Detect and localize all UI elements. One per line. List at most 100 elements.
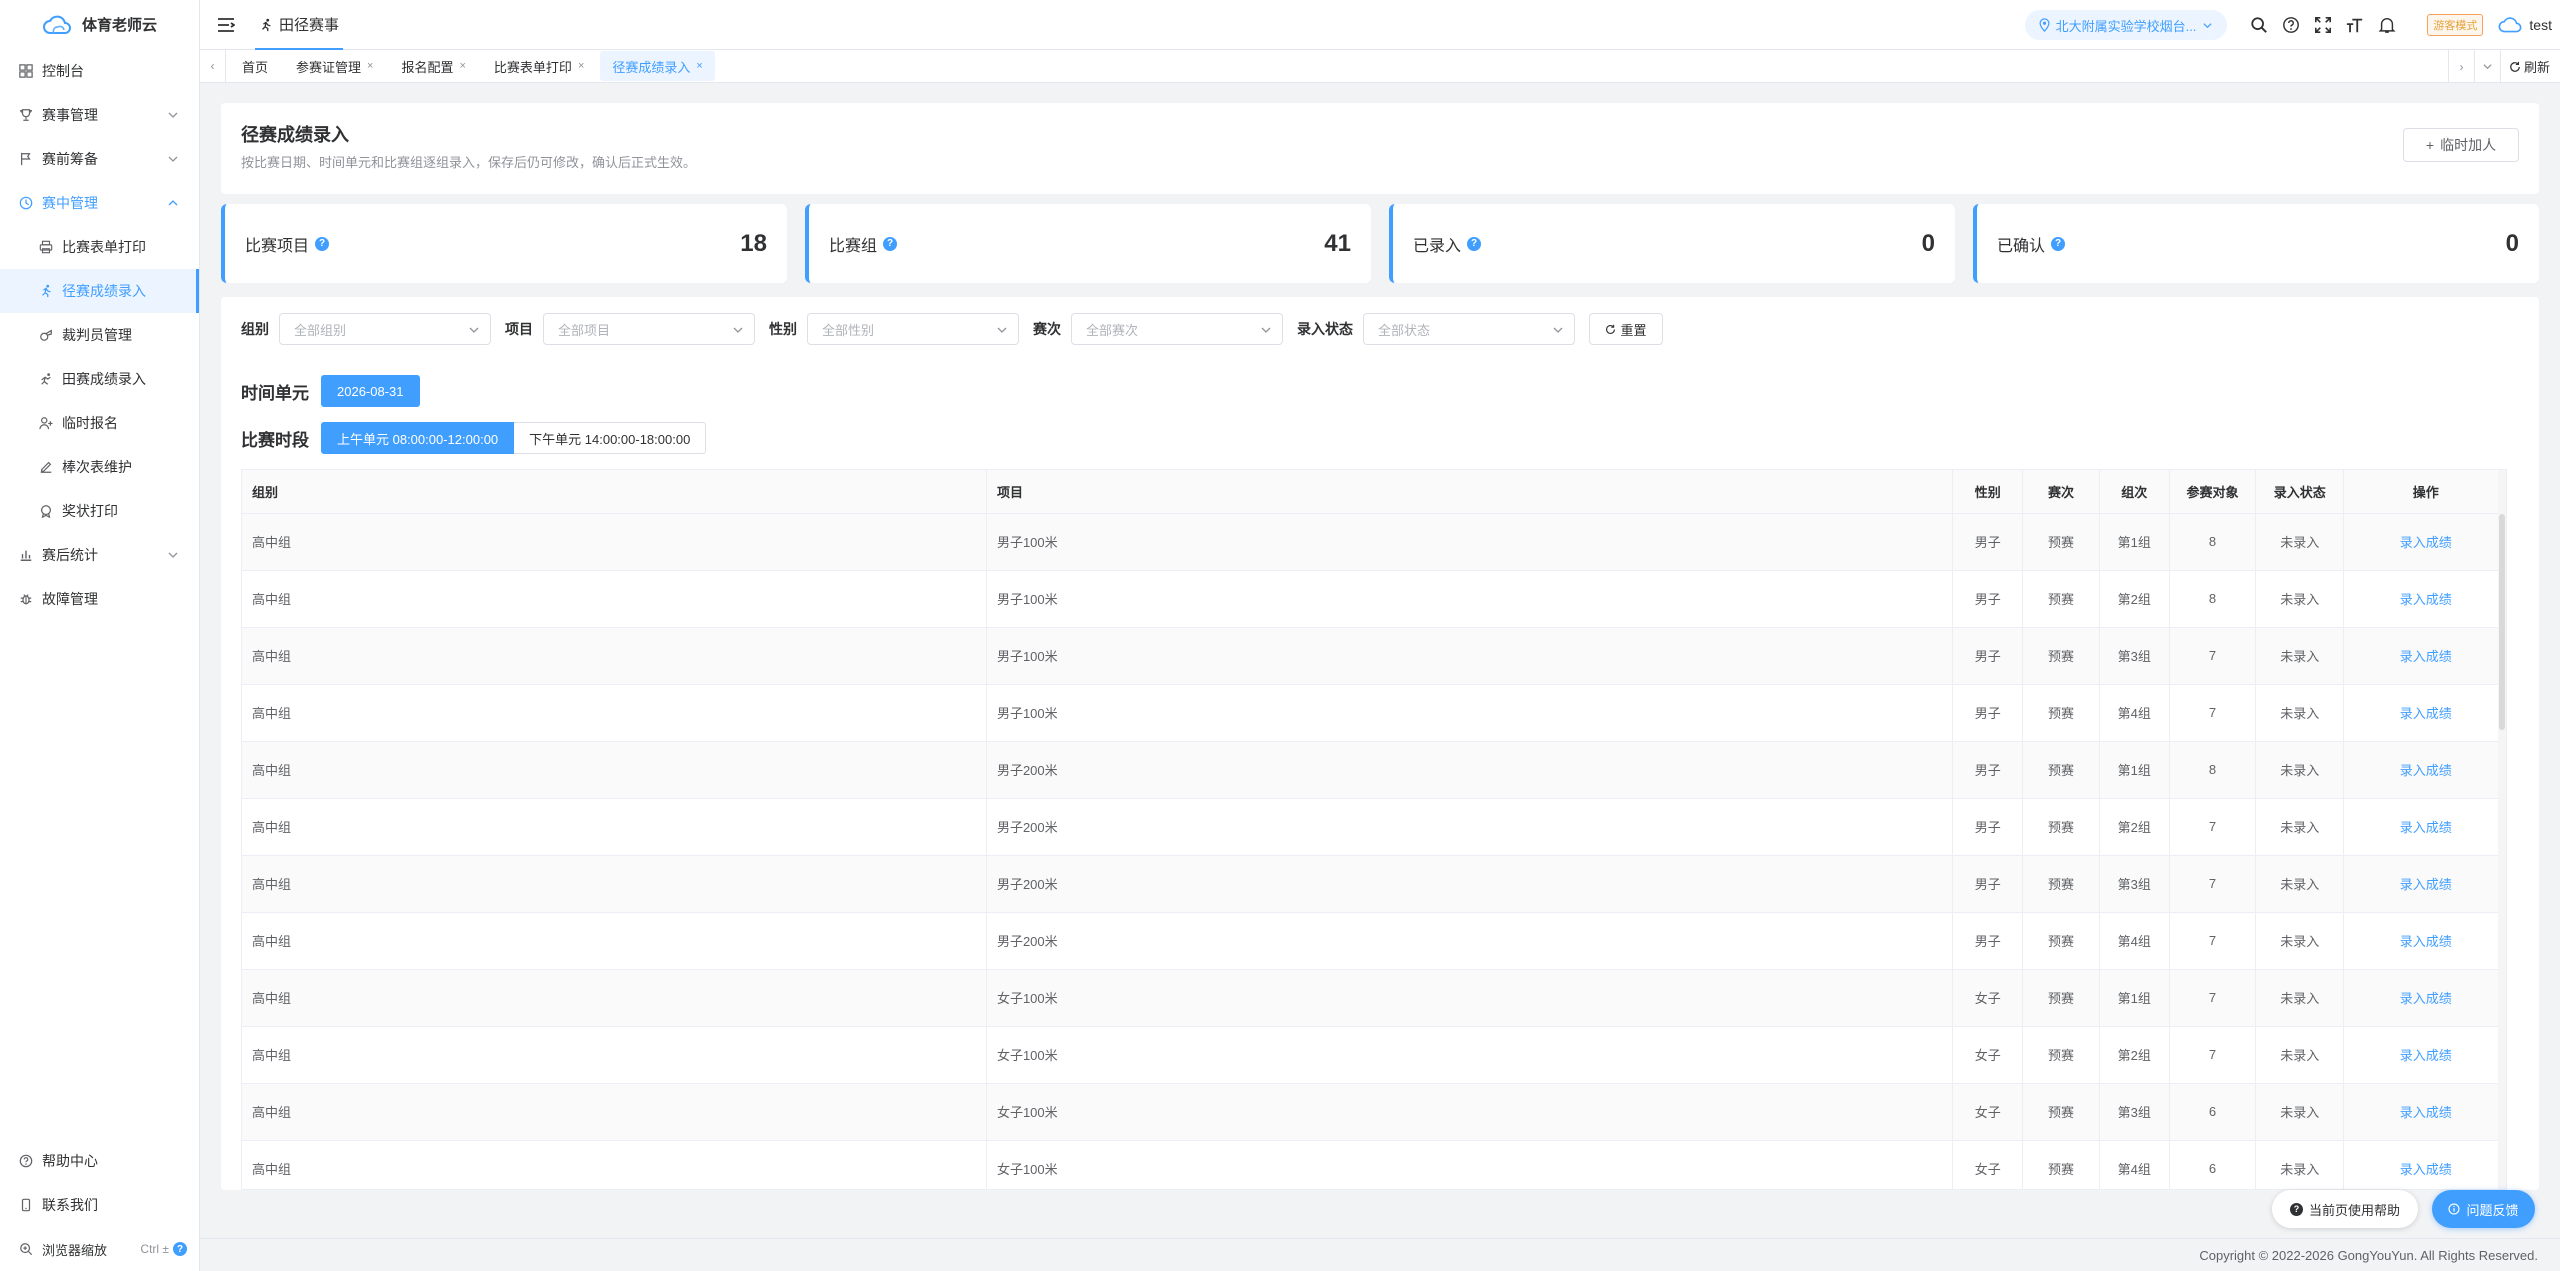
sidebar-subitem-form-print[interactable]: 比赛表单打印 (0, 225, 199, 269)
help-center-link[interactable]: 帮助中心 (0, 1139, 199, 1183)
tab-signup-config[interactable]: 报名配置 × (389, 51, 477, 81)
temp-add-person-button[interactable]: + 临时加人 (2403, 128, 2519, 162)
cell-participants: 6 (2169, 1140, 2257, 1189)
enter-result-link[interactable]: 录入成绩 (2400, 877, 2452, 892)
cell-action: 录入成绩 (2343, 1140, 2506, 1189)
page-help-button[interactable]: ? 当前页使用帮助 (2272, 1190, 2418, 1228)
cell-status: 未录入 (2255, 513, 2345, 571)
info-icon[interactable]: ? (315, 236, 330, 251)
stat-card-events: 比赛项目? 18 (221, 204, 787, 283)
zoom-help-icon[interactable]: ? (173, 1242, 187, 1256)
tab-close-icon[interactable]: × (578, 60, 584, 72)
info-icon[interactable]: ? (1467, 236, 1482, 251)
sidebar-subitem-field-results[interactable]: 田赛成绩录入 (0, 357, 199, 401)
font-size-icon[interactable] (2345, 15, 2365, 35)
enter-result-link[interactable]: 录入成绩 (2400, 706, 2452, 721)
cell-gender: 男子 (1952, 570, 2024, 628)
sidebar-item-post-stats[interactable]: 赛后统计 (0, 533, 199, 577)
segment-afternoon[interactable]: 下午单元 14:00:00-18:00:00 (514, 422, 707, 454)
contact-us-link[interactable]: 联系我们 (0, 1183, 199, 1227)
enter-result-link[interactable]: 录入成绩 (2400, 649, 2452, 664)
sidebar-item-fault-management[interactable]: 故障管理 (0, 577, 199, 621)
tab-label: 报名配置 (401, 59, 454, 75)
breadcrumb[interactable]: 田径赛事 (255, 0, 344, 50)
reset-button[interactable]: 重置 (1589, 313, 1663, 345)
cell-group: 高中组 (242, 1140, 987, 1189)
bug-icon (18, 591, 34, 607)
refresh-button[interactable]: 刷新 (2499, 50, 2560, 83)
app-logo[interactable]: 体育老师云 (0, 0, 199, 49)
cell-event: 男子200米 (986, 798, 1954, 856)
enter-result-link[interactable]: 录入成绩 (2400, 820, 2452, 835)
info-icon[interactable]: ? (2051, 236, 2066, 251)
help-icon[interactable] (2281, 15, 2301, 35)
event-select[interactable]: 全部项目 (543, 313, 755, 345)
school-selector[interactable]: 北大附属实验学校烟台... (2024, 10, 2228, 40)
feedback-button[interactable]: 问题反馈 (2432, 1190, 2535, 1228)
table-scrollbar[interactable] (2498, 470, 2506, 1189)
browser-zoom-row: 浏览器缩放 Ctrl ± ? (0, 1227, 199, 1271)
tab-close-icon[interactable]: × (459, 60, 465, 72)
date-chip[interactable]: 2026-08-31 (321, 375, 420, 407)
cell-heat: 第3组 (2099, 627, 2170, 685)
user-menu[interactable]: test (2497, 16, 2552, 34)
cell-action: 录入成绩 (2343, 855, 2506, 913)
enter-result-link[interactable]: 录入成绩 (2400, 991, 2452, 1006)
enter-result-link[interactable]: 录入成绩 (2400, 535, 2452, 550)
group-select[interactable]: 全部组别 (279, 313, 491, 345)
table-row: 高中组 男子100米 男子 预赛 第3组 7 未录入 录入成绩 (242, 627, 2506, 685)
enter-result-link[interactable]: 录入成绩 (2400, 1048, 2452, 1063)
tabs-scroll-right-icon[interactable]: › (2447, 50, 2474, 83)
enter-result-link[interactable]: 录入成绩 (2400, 763, 2452, 778)
chevron-down-icon (2203, 22, 2213, 28)
sidebar-subitem-referee[interactable]: 裁判员管理 (0, 313, 199, 357)
round-select[interactable]: 全部赛次 (1071, 313, 1283, 345)
bell-icon[interactable] (2377, 15, 2397, 35)
sidebar-item-label: 田赛成绩录入 (62, 371, 146, 387)
sidebar-item-in-game-management[interactable]: 赛中管理 (0, 181, 199, 225)
zoom-shortcut: Ctrl ± ? (140, 1242, 187, 1256)
cell-group: 高中组 (242, 969, 987, 1027)
tab-track-results[interactable]: 径赛成绩录入 × (600, 51, 715, 81)
cell-gender: 女子 (1952, 969, 2024, 1027)
sidebar-item-preparation[interactable]: 赛前筹备 (0, 137, 199, 181)
status-select[interactable]: 全部状态 (1363, 313, 1575, 345)
enter-result-link[interactable]: 录入成绩 (2400, 934, 2452, 949)
fullscreen-icon[interactable] (2313, 15, 2333, 35)
gender-select[interactable]: 全部性别 (807, 313, 1019, 345)
tab-home[interactable]: 首页 (230, 51, 280, 81)
cell-status: 未录入 (2255, 627, 2345, 685)
cell-round: 预赛 (2022, 855, 2100, 913)
info-icon[interactable]: ? (883, 236, 898, 251)
enter-result-link[interactable]: 录入成绩 (2400, 592, 2452, 607)
sidebar-subitem-certificate-print[interactable]: 奖状打印 (0, 489, 199, 533)
menu-toggle-icon[interactable] (217, 17, 235, 32)
cell-gender: 女子 (1952, 1026, 2024, 1084)
dashboard-icon (18, 63, 34, 79)
trophy-icon (18, 107, 34, 123)
tab-form-print[interactable]: 比赛表单打印 × (482, 51, 596, 81)
stat-value: 41 (1324, 229, 1351, 257)
enter-result-link[interactable]: 录入成绩 (2400, 1162, 2452, 1177)
search-icon[interactable] (2249, 15, 2269, 35)
cell-action: 录入成绩 (2343, 513, 2506, 571)
tab-close-icon[interactable]: × (696, 60, 702, 72)
segment-morning[interactable]: 上午单元 08:00:00-12:00:00 (321, 422, 515, 454)
cell-event: 女子100米 (986, 1083, 1954, 1141)
enter-result-link[interactable]: 录入成绩 (2400, 1105, 2452, 1120)
sidebar-item-event-management[interactable]: 赛事管理 (0, 93, 199, 137)
table-scrollbar-thumb[interactable] (2499, 514, 2505, 730)
tabs-scroll-left-icon[interactable]: ‹ (200, 49, 226, 83)
sidebar-subitem-track-results[interactable]: 径赛成绩录入 (0, 269, 199, 313)
tabs-dropdown-icon[interactable] (2473, 50, 2500, 83)
cell-heat: 第4组 (2099, 684, 2170, 742)
tab-close-icon[interactable]: × (367, 60, 373, 72)
sidebar-subitem-temp-signup[interactable]: 临时报名 (0, 401, 199, 445)
tab-pass-management[interactable]: 参赛证管理 × (284, 51, 385, 81)
sidebar-subitem-relay-order[interactable]: 棒次表维护 (0, 445, 199, 489)
refresh-icon (2510, 61, 2520, 72)
jump-icon (38, 371, 54, 387)
chevron-down-icon (1553, 327, 1563, 333)
sidebar-item-dashboard[interactable]: 控制台 (0, 49, 199, 93)
cell-gender: 男子 (1952, 912, 2024, 970)
